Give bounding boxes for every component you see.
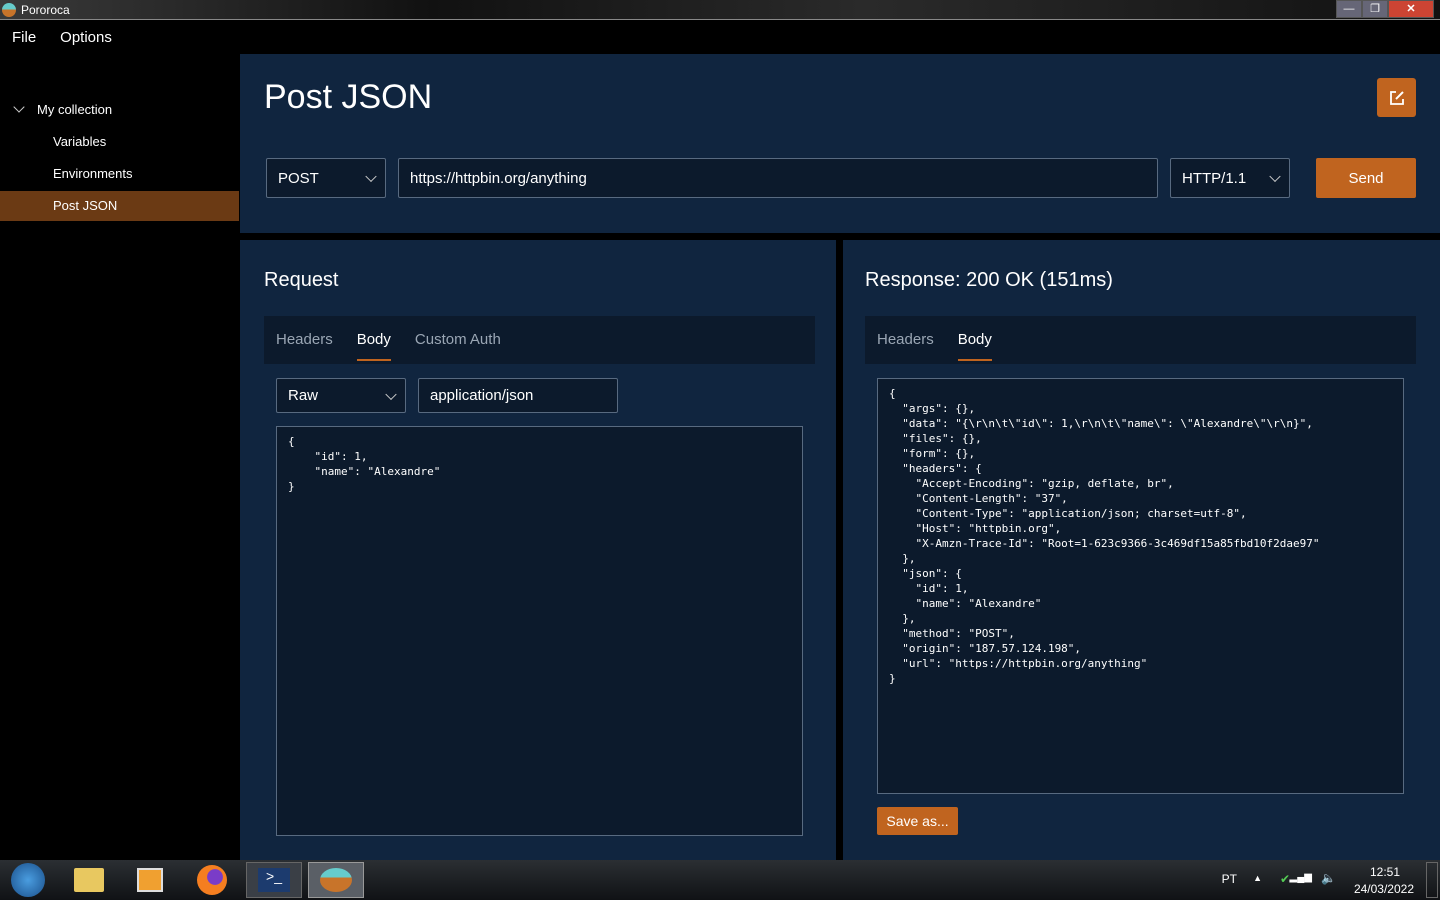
signal-icon[interactable]: ▂▄▆ — [1290, 872, 1312, 883]
clock-time[interactable]: 12:51 — [1370, 865, 1400, 879]
body-mode-select[interactable]: Raw — [276, 378, 406, 413]
window-title: Pororoca — [21, 3, 70, 17]
edit-button[interactable] — [1377, 78, 1416, 117]
language-indicator[interactable]: PT — [1222, 872, 1237, 886]
response-title: Response: 200 OK (151ms) — [865, 269, 1113, 291]
request-tabs: Headers Body Custom Auth — [264, 316, 815, 364]
network-status-icon[interactable]: ✔ — [1280, 872, 1290, 886]
collection-label: My collection — [37, 102, 113, 117]
close-button[interactable]: ✕ — [1388, 0, 1434, 18]
edit-icon — [1389, 90, 1404, 105]
request-title: Request — [264, 269, 339, 291]
title-bar: Pororoca — ❐ ✕ — [0, 0, 1440, 20]
show-hidden-icons-icon[interactable]: ▲ — [1253, 873, 1262, 883]
minimize-button[interactable]: — — [1336, 0, 1362, 18]
taskbar-firefox[interactable] — [184, 862, 240, 898]
request-body-editor[interactable]: { "id": 1, "name": "Alexandre" } — [276, 426, 803, 836]
sidebar-collection[interactable]: My collection — [0, 95, 239, 125]
pororoca-icon — [320, 868, 352, 892]
sidebar-item-environments[interactable]: Environments — [0, 159, 239, 189]
body-mode-value: Raw — [288, 387, 319, 404]
taskbar: >_ PT ▲ ✔ ▂▄▆ 🔈 12:51 24/03/2022 — [0, 860, 1440, 900]
clock-date[interactable]: 24/03/2022 — [1354, 882, 1414, 896]
menu-options[interactable]: Options — [60, 29, 112, 46]
sidebar-item-variables[interactable]: Variables — [0, 127, 239, 157]
maximize-button[interactable]: ❐ — [1362, 0, 1388, 18]
url-input[interactable]: https://httpbin.org/anything — [398, 158, 1158, 198]
chevron-down-icon — [365, 170, 377, 183]
app-logo-icon — [2, 3, 16, 17]
windows-logo-icon — [11, 863, 45, 897]
chevron-down-icon — [1269, 170, 1281, 183]
taskbar-media-player[interactable] — [122, 862, 178, 898]
firefox-icon — [197, 865, 227, 895]
taskbar-explorer[interactable] — [61, 862, 117, 898]
chevron-down-icon — [13, 101, 25, 113]
page-title: Post JSON — [264, 78, 433, 116]
response-panel: Response: 200 OK (151ms) Headers Body { … — [843, 240, 1440, 860]
sidebar-item-post-json[interactable]: Post JSON — [0, 191, 239, 221]
tab-body[interactable]: Body — [957, 316, 993, 364]
taskbar-pororoca[interactable] — [308, 862, 364, 898]
folder-icon — [74, 868, 104, 892]
start-button[interactable] — [0, 862, 56, 898]
method-select[interactable]: POST — [266, 158, 386, 198]
content-type-input[interactable]: application/json — [418, 378, 618, 413]
taskbar-powershell[interactable]: >_ — [246, 862, 302, 898]
method-value: POST — [278, 169, 319, 187]
show-desktop-button[interactable] — [1426, 862, 1438, 898]
tab-custom-auth[interactable]: Custom Auth — [415, 316, 501, 364]
response-tabs: Headers Body — [865, 316, 1416, 364]
tab-body[interactable]: Body — [356, 316, 392, 364]
save-as-button[interactable]: Save as... — [877, 807, 958, 835]
http-version-value: HTTP/1.1 — [1182, 169, 1247, 187]
volume-icon[interactable]: 🔈 — [1321, 871, 1336, 885]
request-header-panel: Post JSON POST https://httpbin.org/anyth… — [240, 54, 1440, 233]
menu-file[interactable]: File — [12, 29, 36, 46]
response-body-viewer[interactable]: { "args": {}, "data": "{\r\n\t\"id\": 1,… — [877, 378, 1404, 794]
sidebar: My collection Variables Environments Pos… — [0, 54, 240, 860]
http-version-select[interactable]: HTTP/1.1 — [1170, 158, 1290, 198]
powershell-icon: >_ — [258, 868, 290, 892]
menu-bar: File Options — [0, 20, 112, 54]
request-panel: Request Headers Body Custom Auth Raw app… — [240, 240, 836, 860]
chevron-down-icon — [385, 388, 397, 400]
tab-headers[interactable]: Headers — [276, 316, 333, 364]
send-button[interactable]: Send — [1316, 158, 1416, 198]
tab-headers[interactable]: Headers — [877, 316, 934, 364]
media-player-icon — [137, 868, 163, 892]
